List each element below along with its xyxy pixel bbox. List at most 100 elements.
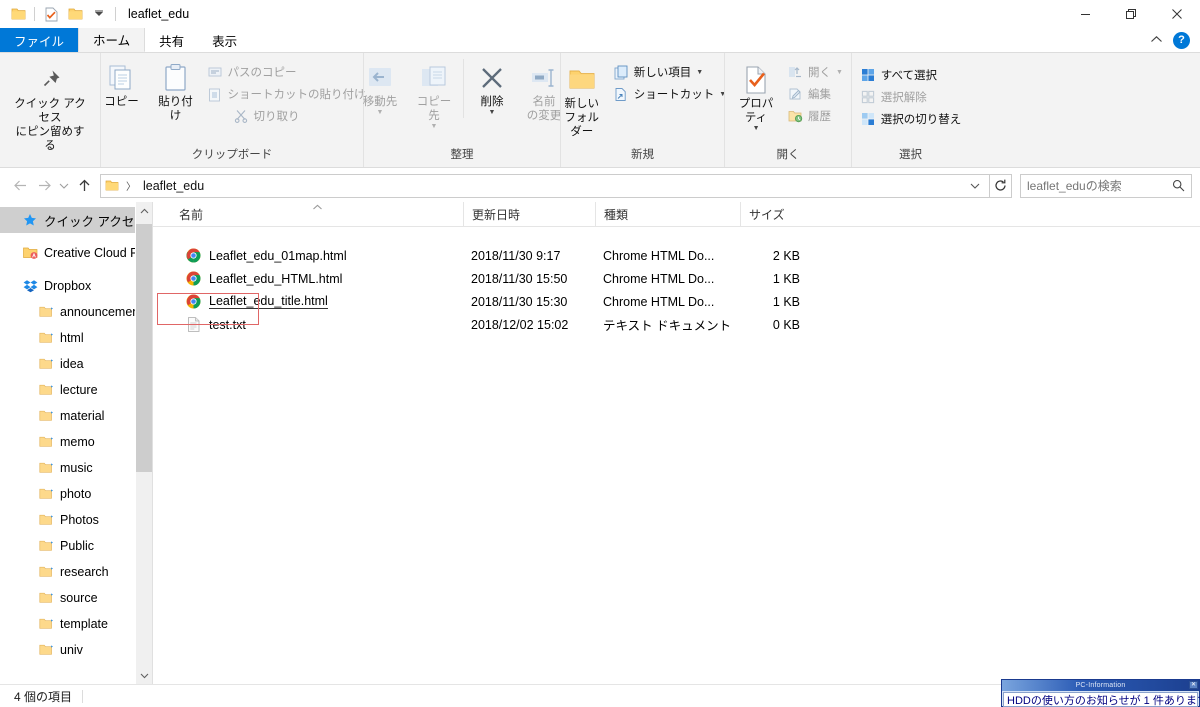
new-folder-large-icon bbox=[567, 63, 597, 97]
sidebar-item-music[interactable]: music bbox=[0, 455, 152, 481]
select-none-button[interactable]: 選択解除 bbox=[856, 86, 966, 108]
file-name-label: Leaflet_edu_title.html bbox=[209, 294, 328, 309]
open-caret-icon[interactable]: ▼ bbox=[836, 69, 843, 76]
address-input[interactable]: 〉 leaflet_edu bbox=[100, 173, 990, 198]
quick-access-toolbar bbox=[0, 0, 120, 28]
table-row[interactable]: Leaflet_edu_HTML.html 2018/11/30 15:50 C… bbox=[171, 267, 1200, 290]
pc-information-popup[interactable]: PC-Information ✕ HDDの使い方のお知らせが 1 件あります bbox=[1001, 679, 1200, 707]
paste-button[interactable]: 貼り付け bbox=[149, 59, 203, 125]
sidebar-item-idea[interactable]: idea bbox=[0, 351, 152, 377]
table-row[interactable]: test.txt 2018/12/02 15:02 テキスト ドキュメント 0 … bbox=[171, 313, 1200, 336]
sidebar-item-template[interactable]: template bbox=[0, 611, 152, 637]
search-input[interactable]: leaflet_eduの検索 bbox=[1027, 177, 1172, 194]
tab-share[interactable]: 共有 bbox=[145, 28, 198, 52]
help-icon[interactable]: ? bbox=[1173, 31, 1190, 49]
qat-properties-icon[interactable] bbox=[39, 3, 63, 25]
scroll-up-icon[interactable] bbox=[136, 202, 152, 219]
sidebar-item-memo[interactable]: memo bbox=[0, 429, 152, 455]
ribbon-tabs: ファイル ホーム 共有 表示 ? bbox=[0, 28, 1200, 53]
folder-icon bbox=[38, 356, 54, 372]
column-header-size[interactable]: サイズ bbox=[740, 201, 810, 227]
explorer-body: クイック アクセス Creative Cloud File Dropbox an… bbox=[0, 201, 1200, 684]
breadcrumb-item-leaflet-edu[interactable]: leaflet_edu bbox=[143, 179, 204, 193]
sidebar-item-public[interactable]: Public bbox=[0, 533, 152, 559]
column-header-type[interactable]: 種類 bbox=[595, 201, 740, 227]
column-label-type: 種類 bbox=[604, 207, 629, 222]
back-button[interactable] bbox=[8, 174, 32, 198]
sidebar-item-research[interactable]: research bbox=[0, 559, 152, 585]
sidebar-item-announcement[interactable]: announcement bbox=[0, 299, 152, 325]
sidebar-item-photo[interactable]: photo bbox=[0, 481, 152, 507]
qat-new-folder-icon[interactable] bbox=[63, 3, 87, 25]
select-all-button[interactable]: すべて選択 bbox=[856, 64, 966, 86]
sidebar-item-creative-cloud[interactable]: Creative Cloud File bbox=[0, 240, 152, 266]
move-to-caret-icon[interactable]: ▼ bbox=[377, 109, 384, 116]
column-header-name[interactable]: 名前 bbox=[171, 202, 463, 227]
history-button[interactable]: 履歴 bbox=[783, 105, 847, 127]
sidebar-label-html: html bbox=[60, 331, 84, 345]
select-all-label: すべて選択 bbox=[880, 70, 937, 82]
paste-icon bbox=[163, 61, 189, 95]
invert-selection-button[interactable]: 選択の切り替え bbox=[856, 108, 966, 130]
file-name-cell[interactable]: test.txt bbox=[171, 313, 463, 336]
chrome-icon bbox=[185, 248, 201, 264]
sidebar-item-quick-access[interactable]: クイック アクセス bbox=[0, 207, 152, 233]
file-size-cell: 1 KB bbox=[772, 294, 800, 309]
copy-button[interactable]: コピー bbox=[95, 59, 149, 111]
copy-to-button[interactable]: コピー先 ▼ bbox=[407, 59, 461, 132]
edit-button[interactable]: 編集 bbox=[783, 83, 847, 105]
qat-customize-caret-icon[interactable] bbox=[87, 3, 111, 25]
delete-caret-icon[interactable]: ▼ bbox=[489, 109, 496, 116]
properties-caret-icon[interactable]: ▼ bbox=[753, 125, 760, 132]
up-button[interactable] bbox=[72, 174, 96, 198]
column-label-size: サイズ bbox=[749, 207, 785, 222]
sidebar-label-dropbox: Dropbox bbox=[44, 279, 92, 293]
new-item-label: 新しい項目 bbox=[633, 67, 692, 79]
new-item-button[interactable]: 新しい項目 ▼ bbox=[609, 61, 730, 83]
qat-folder-icon[interactable] bbox=[6, 3, 30, 25]
file-name-cell[interactable]: Leaflet_edu_HTML.html bbox=[171, 267, 463, 290]
search-box[interactable]: leaflet_eduの検索 bbox=[1020, 173, 1192, 198]
tab-view[interactable]: 表示 bbox=[198, 28, 251, 52]
collapse-ribbon-icon[interactable] bbox=[1150, 33, 1163, 47]
sidebar-item-source[interactable]: source bbox=[0, 585, 152, 611]
navigation-scrollbar[interactable] bbox=[135, 202, 152, 684]
breadcrumb-separator[interactable]: 〉 bbox=[123, 178, 139, 193]
new-folder-button[interactable]: 新しい フォルダー bbox=[555, 59, 609, 141]
address-dropdown-icon[interactable] bbox=[965, 182, 985, 190]
popup-close-icon[interactable]: ✕ bbox=[1189, 681, 1198, 689]
move-to-button[interactable]: 移動先 ▼ bbox=[353, 59, 407, 118]
sidebar-label-quick-access: クイック アクセス bbox=[44, 214, 147, 229]
navigation-scrollbar-thumb[interactable] bbox=[136, 224, 152, 472]
tab-file[interactable]: ファイル bbox=[0, 28, 79, 52]
pin-label-line2: にピン留めする bbox=[15, 126, 85, 152]
sidebar-item-material[interactable]: material bbox=[0, 403, 152, 429]
maximize-button[interactable] bbox=[1108, 0, 1154, 28]
shortcut-button[interactable]: ショートカット ▼ bbox=[609, 83, 730, 105]
sidebar-item-dropbox[interactable]: Dropbox bbox=[0, 273, 152, 299]
table-row[interactable]: Leaflet_edu_title.html 2018/11/30 15:30 … bbox=[171, 290, 1200, 313]
column-header-date[interactable]: 更新日時 bbox=[463, 201, 595, 227]
file-name-cell[interactable]: Leaflet_edu_title.html bbox=[171, 290, 463, 313]
delete-button[interactable]: 削除 ▼ bbox=[463, 59, 517, 118]
forward-button[interactable] bbox=[32, 174, 56, 198]
sidebar-item-photos[interactable]: Photos bbox=[0, 507, 152, 533]
recent-locations-icon[interactable] bbox=[56, 174, 72, 198]
file-name-cell[interactable]: Leaflet_edu_01map.html bbox=[171, 244, 463, 267]
new-item-caret-icon[interactable]: ▼ bbox=[696, 69, 703, 76]
table-row[interactable]: Leaflet_edu_01map.html 2018/11/30 9:17 C… bbox=[171, 244, 1200, 267]
ribbon-group-pin: クイック アクセス にピン留めする bbox=[0, 53, 100, 167]
minimize-button[interactable] bbox=[1062, 0, 1108, 28]
sidebar-item-html[interactable]: html bbox=[0, 325, 152, 351]
open-button[interactable]: 開く ▼ bbox=[783, 61, 847, 83]
sidebar-item-univ[interactable]: univ bbox=[0, 637, 152, 663]
properties-button[interactable]: プロパティ ▼ bbox=[729, 59, 783, 134]
close-button[interactable] bbox=[1154, 0, 1200, 28]
sidebar-item-lecture[interactable]: lecture bbox=[0, 377, 152, 403]
search-icon[interactable] bbox=[1172, 179, 1185, 192]
pin-to-quick-access-button[interactable]: クイック アクセス にピン留めする bbox=[8, 59, 92, 155]
scroll-down-icon[interactable] bbox=[136, 667, 152, 684]
refresh-button[interactable] bbox=[990, 173, 1012, 198]
copy-to-caret-icon[interactable]: ▼ bbox=[431, 123, 438, 130]
tab-home[interactable]: ホーム bbox=[78, 28, 146, 52]
